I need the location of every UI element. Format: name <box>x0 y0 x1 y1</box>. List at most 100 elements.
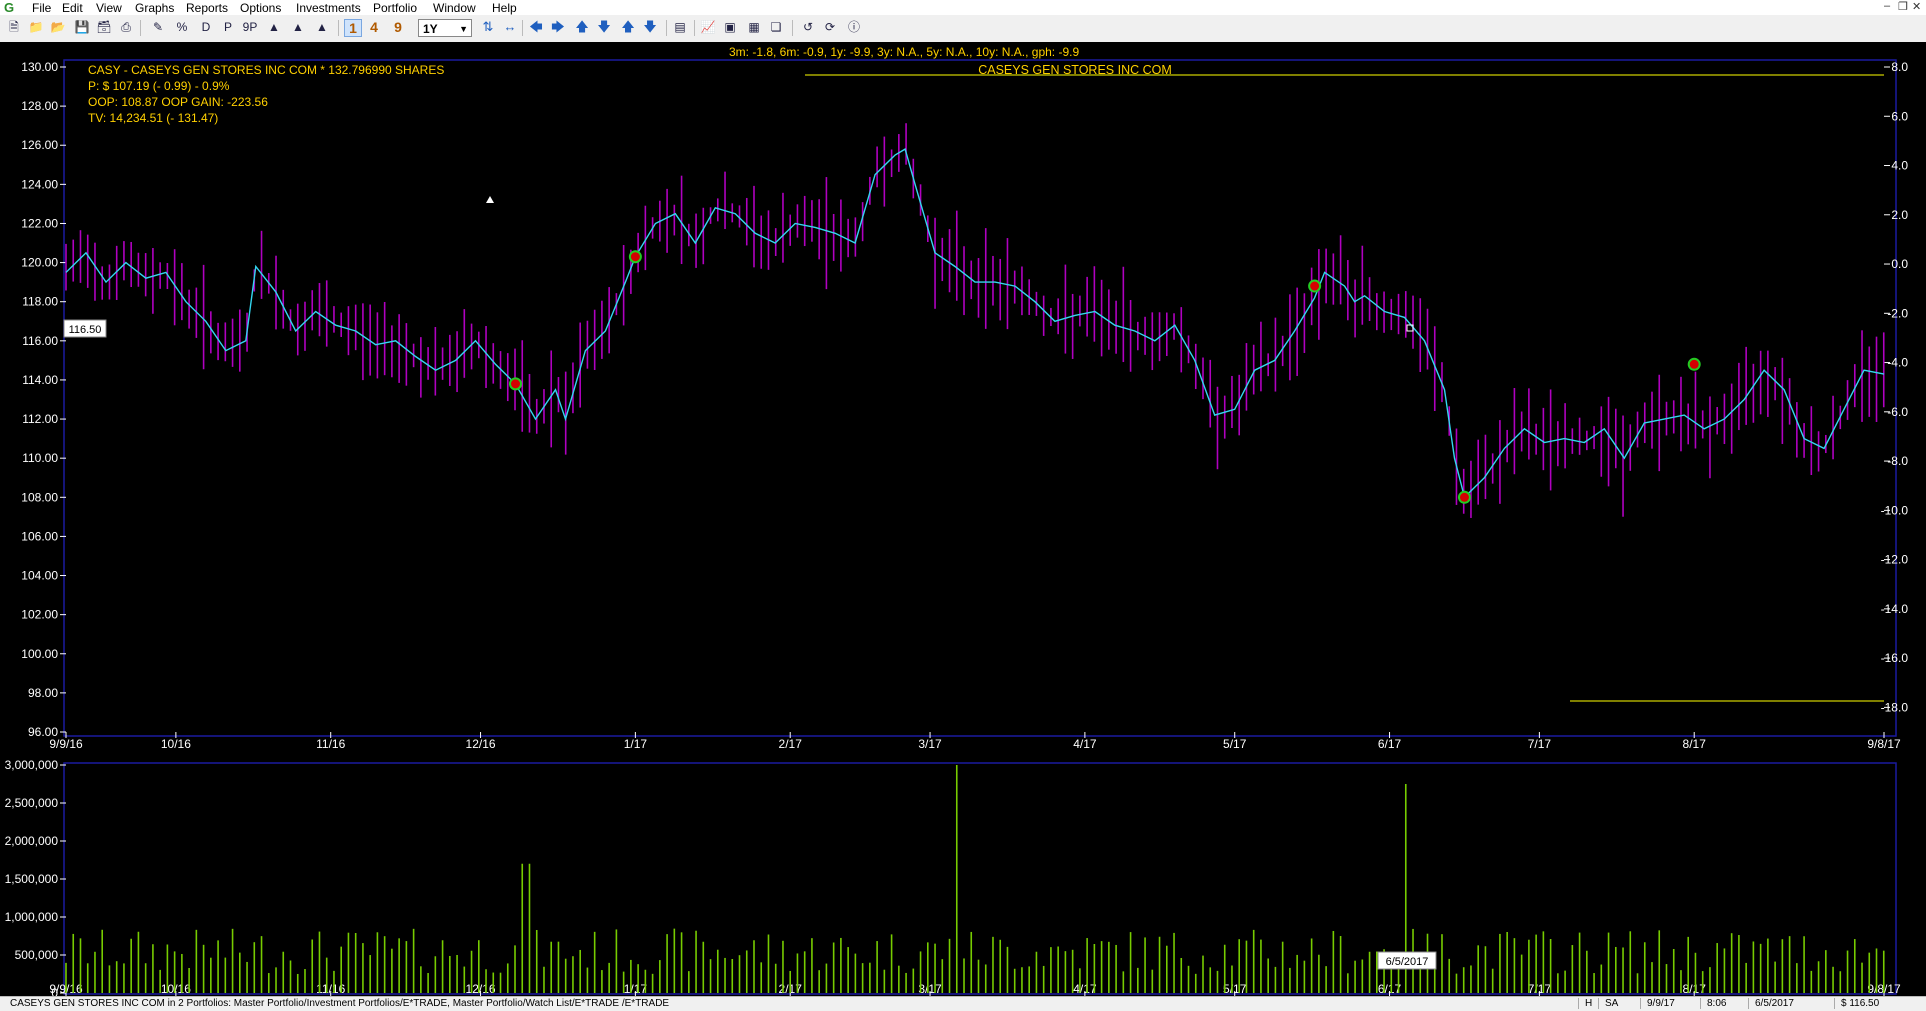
x-axis-label: 9/8/17 <box>1867 737 1901 751</box>
left-axis-label: 120.00 <box>21 256 58 270</box>
date-tag-label: 6/5/2017 <box>1386 956 1429 968</box>
right-axis-label: -8.0 <box>1887 454 1908 468</box>
menu-help[interactable]: Help <box>492 1 517 15</box>
info-line-1: CASY - CASEYS GEN STORES INC COM * 132.7… <box>88 63 444 77</box>
period-4-button[interactable]: 4 <box>366 19 382 35</box>
left-axis-label: 102.00 <box>21 608 58 622</box>
folder-icon[interactable]: 📂 <box>50 19 66 35</box>
volume-axis-label: 1,000,000 <box>5 910 59 924</box>
p-icon[interactable]: P <box>220 19 236 35</box>
left-axis-label: 110.00 <box>22 451 58 465</box>
right-axis-label: -18.0 <box>1881 700 1909 714</box>
period-9-button[interactable]: 9 <box>390 19 406 35</box>
volume-axis-label: 0 <box>51 986 58 996</box>
volume-axis-label: 2,000,000 <box>5 834 59 848</box>
right-axis-label: -6.0 <box>1887 405 1908 419</box>
status-cell-trade-date: 6/5/2017 <box>1748 998 1794 1009</box>
chevron-down-icon: ▼ <box>459 24 468 34</box>
right-axis-label: 0.0 <box>1891 257 1908 271</box>
save-all-icon[interactable]: 🗃 <box>96 19 112 35</box>
restore-icon[interactable]: ❐ <box>1898 0 1908 13</box>
toolbar-divider <box>338 20 339 36</box>
menu-options[interactable]: Options <box>240 1 281 15</box>
right-axis-label: 2.0 <box>1891 208 1908 222</box>
toolbar-divider <box>140 20 141 36</box>
status-text: CASEYS GEN STORES INC COM in 2 Portfolio… <box>10 998 670 1009</box>
range-icon[interactable]: ↔ <box>502 19 518 35</box>
transaction-marker <box>1457 490 1471 504</box>
hst-icon[interactable]: ▲ <box>290 19 306 35</box>
percent-icon[interactable]: % <box>174 19 190 35</box>
refresh-icon[interactable]: ⟳ <box>822 19 838 35</box>
x-axis-label: 3/17 <box>918 737 942 751</box>
list-icon[interactable]: ▤ <box>672 19 688 35</box>
menu-investments[interactable]: Investments <box>296 1 361 15</box>
grid-icon[interactable]: ▦ <box>746 19 762 35</box>
volume-axis-label: 1,500,000 <box>5 872 59 886</box>
left-axis-label: 116.00 <box>22 334 58 348</box>
undo-icon[interactable]: ↺ <box>800 19 816 35</box>
right-axis-label: -12.0 <box>1881 553 1909 567</box>
arrow-up-fast-icon[interactable]: 🡅 <box>620 19 636 35</box>
right-axis-label: 8.0 <box>1891 60 1908 74</box>
volume-x-axis-label: 7/17 <box>1528 982 1552 996</box>
close-icon[interactable]: ✕ <box>1912 0 1921 13</box>
arrow-right-icon[interactable]: 🡆 <box>550 19 566 35</box>
windows-icon[interactable]: ❏ <box>768 19 784 35</box>
prc-icon[interactable]: ▲ <box>266 19 282 35</box>
menu-graphs[interactable]: Graphs <box>135 1 174 15</box>
toolbar-divider <box>694 20 695 36</box>
menu-reports[interactable]: Reports <box>186 1 228 15</box>
volume-axis-label: 500,000 <box>15 948 59 962</box>
info-line-3: OOP: 108.87 OOP GAIN: -223.56 <box>88 95 268 109</box>
info-line-2: P: $ 107.19 (- 0.99) - 0.9% <box>88 79 230 93</box>
x-axis-label: 4/17 <box>1073 737 1097 751</box>
x-axis-label: 1/17 <box>624 737 648 751</box>
arrow-left-icon[interactable]: 🡄 <box>528 19 544 35</box>
app-logo-icon: G <box>4 0 15 15</box>
transaction-marker <box>1687 357 1701 371</box>
toolbar-divider <box>792 20 793 36</box>
print-icon[interactable]: ⎙ <box>118 19 134 35</box>
arrow-up-icon[interactable]: 🡅 <box>574 19 590 35</box>
trn-icon[interactable]: ▲ <box>314 19 330 35</box>
left-axis-label: 118.00 <box>22 295 58 309</box>
x-axis-label: 10/16 <box>161 737 191 751</box>
price-tag-label: 116.50 <box>69 324 102 336</box>
arrow-down-fast-icon[interactable]: 🡇 <box>642 19 658 35</box>
right-axis-label: -16.0 <box>1881 651 1909 665</box>
9p-icon[interactable]: 9P <box>242 19 258 35</box>
transaction-marker <box>1308 279 1322 293</box>
right-axis-label: -10.0 <box>1881 503 1909 517</box>
left-axis-label: 128.00 <box>21 99 58 113</box>
save-icon[interactable]: 💾 <box>74 19 90 35</box>
right-axis-label: -2.0 <box>1887 306 1908 320</box>
left-axis-label: 130.00 <box>21 60 58 74</box>
open-icon[interactable]: 📁 <box>28 19 44 35</box>
left-axis-label: 106.00 <box>21 529 58 543</box>
menu-edit[interactable]: Edit <box>62 1 83 15</box>
left-axis-label: 126.00 <box>21 138 58 152</box>
menu-portfolio[interactable]: Portfolio <box>373 1 417 15</box>
minimize-icon[interactable]: – <box>1884 0 1890 12</box>
x-axis-label: 11/16 <box>316 737 345 751</box>
new-icon[interactable]: 🗎 <box>6 19 22 35</box>
menu-file[interactable]: File <box>32 1 51 15</box>
volume-axis-label: 2,500,000 <box>5 796 59 810</box>
arrow-down-icon[interactable]: 🡇 <box>596 19 612 35</box>
d-icon[interactable]: D <box>198 19 214 35</box>
chart-area: 3m: -1.8, 6m: -0.9, 1y: -9.9, 3y: N.A., … <box>0 42 1926 996</box>
edit-icon[interactable]: ✎ <box>150 19 166 35</box>
menu-window[interactable]: Window <box>433 1 476 15</box>
volume-x-axis-label: 10/16 <box>161 982 191 996</box>
zoom-icon[interactable]: ⇅ <box>480 19 496 35</box>
toolbar-divider <box>522 20 523 36</box>
window-icon[interactable]: ▣ <box>722 19 738 35</box>
period-select[interactable]: 1Y ▼ <box>418 19 472 37</box>
help-icon[interactable]: ⓘ <box>846 19 862 35</box>
chart-icon[interactable]: 📈 <box>700 19 716 35</box>
menu-view[interactable]: View <box>96 1 122 15</box>
status-cell-sa: SA <box>1598 998 1618 1009</box>
right-axis-label: 6.0 <box>1891 109 1908 123</box>
period-1-button[interactable]: 1 <box>344 19 362 37</box>
